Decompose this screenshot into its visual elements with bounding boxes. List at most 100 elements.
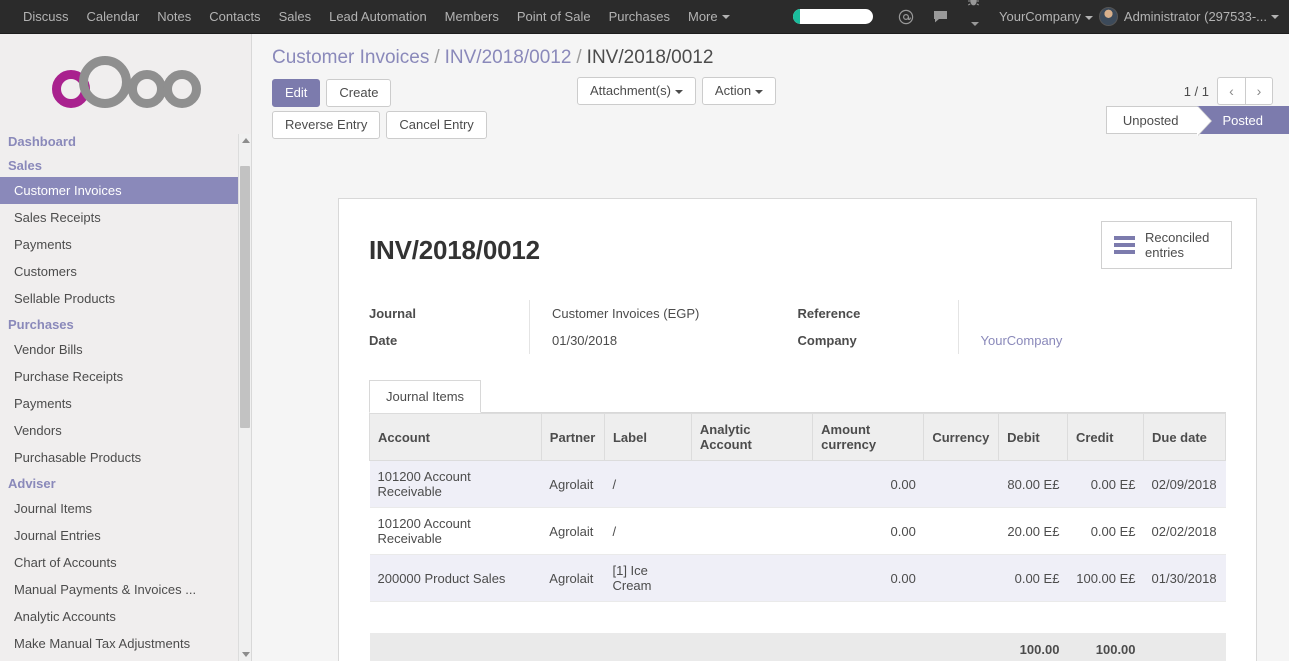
sidebar-scrollbar[interactable] xyxy=(238,134,251,661)
control-panel-top: Customer Invoices / INV/2018/0012/INV/2018… xyxy=(252,34,1289,107)
cell-label: / xyxy=(604,507,692,555)
sidebar-item-journal-entries[interactable]: Journal Entries xyxy=(0,522,251,549)
sidebar-section-dashboard[interactable]: Dashboard xyxy=(0,129,251,153)
cell-partner: Agrolait xyxy=(541,507,605,555)
table-row[interactable]: 101200 Account Receivable Agrolait/ 0.00 … xyxy=(369,507,1226,555)
sidebar-item-chart-of-accounts[interactable]: Chart of Accounts xyxy=(0,549,251,576)
chevron-left-icon[interactable]: ‹ xyxy=(1217,77,1245,105)
field-value-company[interactable]: YourCompany xyxy=(981,327,1227,354)
app-menu-lead-automation[interactable]: Lead Automation xyxy=(320,0,436,34)
scroll-down-icon[interactable] xyxy=(239,648,251,661)
chevron-right-icon[interactable]: › xyxy=(1245,77,1273,105)
app-menu-sales[interactable]: Sales xyxy=(270,0,321,34)
total-empty-cell xyxy=(691,633,813,661)
control-panel-center-buttons: Attachment(s) Action xyxy=(577,77,777,105)
sidebar-item-payments[interactable]: Payments xyxy=(0,231,251,258)
sidebar-item-vendors[interactable]: Vendors xyxy=(0,417,251,444)
breadcrumb: Customer Invoices / INV/2018/0012/INV/2018… xyxy=(272,46,713,70)
company-switcher[interactable]: YourCompany xyxy=(999,9,1093,24)
sidebar-menu: Dashboard Sales Customer Invoices Sales Rec… xyxy=(0,129,251,661)
attachments-dropdown[interactable]: Attachment(s) xyxy=(577,77,696,105)
field-value-date: 01/30/2018 xyxy=(552,333,618,348)
column-header-account[interactable]: Account xyxy=(369,413,542,461)
breadcrumb-item[interactable]: INV/2018/0012 xyxy=(445,47,572,68)
sidebar-item-analytic-entries[interactable]: Analytic Entries xyxy=(0,657,251,661)
cell-partner: Agrolait xyxy=(541,460,605,508)
action-dropdown[interactable]: Action xyxy=(701,77,777,105)
cell-partner: Agrolait xyxy=(541,554,605,602)
app-menu-contacts[interactable]: Contacts xyxy=(200,0,269,34)
sidebar: Dashboard Sales Customer Invoices Sales Rec… xyxy=(0,34,252,661)
cell-account: 101200 Account Receivable xyxy=(369,507,542,555)
reverse-entry-button[interactable]: Reverse Entry xyxy=(272,111,381,139)
app-menu-more[interactable]: More xyxy=(679,0,739,34)
create-button[interactable]: Create xyxy=(326,79,392,107)
field-value-reference xyxy=(981,300,1227,327)
stat-button-box: Reconciled entries xyxy=(1101,221,1232,269)
column-header-amount-currency[interactable]: Amount currency xyxy=(812,413,925,461)
cell-label: / xyxy=(604,460,692,508)
app-menu-label: Discuss xyxy=(23,8,69,24)
cell-analytic xyxy=(691,554,813,602)
action-label: Action xyxy=(714,83,752,98)
right-field-labels: Reference Company xyxy=(798,300,958,354)
column-header-currency[interactable]: Currency xyxy=(923,413,1000,461)
scroll-up-icon[interactable] xyxy=(239,134,251,147)
table-row[interactable]: 101200 Account Receivable Agrolait/ 0.00 … xyxy=(369,460,1226,508)
sidebar-item-customer-invoices[interactable]: Customer Invoices xyxy=(0,177,251,204)
sidebar-item-manual-payments-invoices[interactable]: Manual Payments & Invoices ... xyxy=(0,576,251,603)
sidebar-item-payments[interactable]: Payments xyxy=(0,390,251,417)
left-field-values: Customer Invoices (EGP) 01/30/2018 xyxy=(529,300,798,354)
sidebar-item-vendor-bills[interactable]: Vendor Bills xyxy=(0,336,251,363)
cell-due-date: 01/30/2018 xyxy=(1143,554,1226,602)
column-header-label[interactable]: Label xyxy=(603,413,692,461)
total-empty-cell xyxy=(812,633,924,661)
planner-progress-bar[interactable] xyxy=(793,9,874,24)
sidebar-item-purchase-receipts[interactable]: Purchase Receipts xyxy=(0,363,251,390)
total-credit: 100.00 xyxy=(1067,633,1144,661)
app-menu-notes[interactable]: Notes xyxy=(148,0,200,34)
table-body: 101200 Account Receivable Agrolait/ 0.00 … xyxy=(369,460,1226,661)
sidebar-item-journal-items[interactable]: Journal Items xyxy=(0,495,251,522)
column-header-due-date[interactable]: Due date xyxy=(1143,413,1226,461)
status-unposted[interactable]: Unposted xyxy=(1105,106,1212,136)
app-menu-calendar[interactable]: Calendar xyxy=(78,0,149,34)
app-menu-purchases[interactable]: Purchases xyxy=(600,0,679,34)
user-menu[interactable]: Administrator (297533-... xyxy=(1098,7,1279,26)
sidebar-item-purchasable-products[interactable]: Purchasable Products xyxy=(0,444,251,471)
column-header-debit[interactable]: Debit xyxy=(998,413,1068,461)
app-menu-members[interactable]: Members xyxy=(436,0,508,34)
app-menu-label: Notes xyxy=(157,8,192,24)
tab-journal-items[interactable]: Journal Items xyxy=(369,380,482,413)
table-row[interactable]: 200000 Product Sales Agrolait [1] Ice Crea… xyxy=(369,554,1226,602)
breadcrumb-item[interactable]: Customer Invoices xyxy=(272,47,429,68)
journal-items-table: Account Partner Label Analytic Account Amoun… xyxy=(369,413,1226,661)
cell-label: [1] Ice Cream xyxy=(604,554,692,602)
edit-button[interactable]: Edit xyxy=(272,79,321,107)
sidebar-item-make-manual-tax-adjustments[interactable]: Make Manual Tax Adjustments xyxy=(0,630,251,657)
logo-area xyxy=(0,34,251,129)
cell-due-date: 02/09/2018 xyxy=(1143,460,1226,508)
cancel-entry-button[interactable]: Cancel Entry xyxy=(386,111,487,139)
company-name: YourCompany xyxy=(999,9,1081,24)
pager: 1 / 1 ‹ › xyxy=(1184,77,1273,105)
reconciled-entries-button[interactable]: Reconciled entries xyxy=(1101,221,1232,269)
cell-analytic xyxy=(691,507,813,555)
cell-amount-currency: 0.00 xyxy=(812,554,924,602)
app-menu-point-of-sale[interactable]: Point of Sale xyxy=(508,0,600,34)
topbar-right-tools: YourCompany Administrator (297533-... xyxy=(793,0,1289,34)
column-header-analytic-account[interactable]: Analytic Account xyxy=(690,413,814,461)
column-header-partner[interactable]: Partner xyxy=(540,413,605,461)
odoo-logo[interactable] xyxy=(48,55,203,108)
app-menu-discuss[interactable]: Discuss xyxy=(14,0,78,34)
sidebar-scroll-thumb[interactable] xyxy=(240,166,250,428)
chat-bubble-icon[interactable] xyxy=(932,9,949,25)
at-icon[interactable] xyxy=(898,9,914,25)
sidebar-item-sellable-products[interactable]: Sellable Products xyxy=(0,285,251,312)
sidebar-item-customers[interactable]: Customers xyxy=(0,258,251,285)
pager-buttons: ‹ › xyxy=(1217,77,1273,105)
sidebar-item-analytic-accounts[interactable]: Analytic Accounts xyxy=(0,603,251,630)
sidebar-item-sales-receipts[interactable]: Sales Receipts xyxy=(0,204,251,231)
cell-analytic xyxy=(691,460,813,508)
column-header-credit[interactable]: Credit xyxy=(1066,413,1145,461)
